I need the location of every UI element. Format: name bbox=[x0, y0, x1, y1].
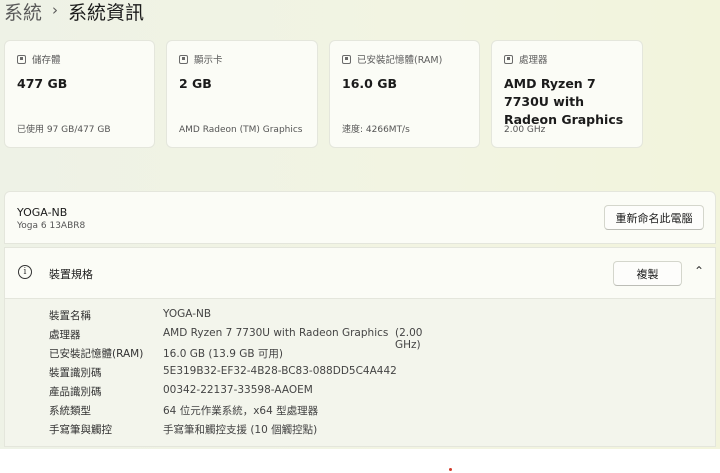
spec-key: 處理器 bbox=[49, 329, 81, 341]
spec-row: 產品識別碼 00342-22137-33598-AAOEM bbox=[49, 384, 313, 399]
copy-button[interactable]: 複製 bbox=[613, 261, 682, 286]
rename-pc-button[interactable]: 重新命名此電腦 bbox=[604, 205, 704, 230]
spec-value: AMD Ryzen 7 7730U with Radeon Graphics bbox=[163, 327, 389, 339]
page-title: 系統資訊 bbox=[68, 1, 145, 24]
device-name: YOGA-NB bbox=[17, 206, 68, 219]
spec-row: 裝置識別碼 5E319B32-EF32-4B28-BC83-088DD5C4A4… bbox=[49, 365, 397, 380]
section-title: 裝置規格 bbox=[49, 268, 93, 281]
spec-row: 手寫筆與觸控 手寫筆和觸控支援 (10 個觸控點) bbox=[49, 422, 317, 437]
chevron-right-icon: › bbox=[52, 1, 59, 19]
spec-row: 處理器 AMD Ryzen 7 7730U with Radeon Graphi… bbox=[49, 327, 422, 351]
card-value: 477 GB bbox=[17, 76, 68, 91]
chevron-up-icon[interactable]: ⌃ bbox=[692, 264, 706, 278]
spec-key: 系統類型 bbox=[49, 405, 91, 417]
breadcrumb: 系統 › 系統資訊 bbox=[4, 0, 144, 28]
card-gpu[interactable]: 顯示卡 2 GB AMD Radeon (TM) Graphics bbox=[166, 40, 318, 148]
card-sub: 速度: 4266MT/s bbox=[342, 125, 410, 135]
ram-icon bbox=[342, 54, 351, 64]
card-label: 儲存體 bbox=[32, 55, 61, 66]
card-value: AMD Ryzen 7 7730U with Radeon Graphics bbox=[504, 76, 624, 127]
device-specs-body: 裝置名稱 YOGA-NB 處理器 AMD Ryzen 7 7730U with … bbox=[4, 299, 716, 447]
device-panel: YOGA-NB Yoga 6 13ABR8 重新命名此電腦 bbox=[4, 191, 716, 244]
storage-icon bbox=[17, 54, 26, 64]
cpu-icon bbox=[504, 54, 513, 64]
spec-key: 裝置名稱 bbox=[49, 310, 91, 322]
spec-row: 系統類型 64 位元作業系統，x64 型處理器 bbox=[49, 403, 318, 418]
spec-value: 64 位元作業系統，x64 型處理器 bbox=[163, 405, 319, 417]
spec-key: 手寫筆與觸控 bbox=[49, 424, 112, 436]
spec-value: 5E319B32-EF32-4B28-BC83-088DD5C4A442 bbox=[163, 365, 397, 377]
card-sub: 已使用 97 GB/477 GB bbox=[17, 125, 111, 135]
spec-value: 手寫筆和觸控支援 (10 個觸控點) bbox=[163, 424, 318, 436]
gpu-icon bbox=[179, 54, 188, 64]
breadcrumb-parent[interactable]: 系統 bbox=[4, 0, 42, 25]
spec-value-frequency: (2.00 GHz) bbox=[395, 327, 423, 351]
spec-key: 產品識別碼 bbox=[49, 386, 102, 398]
card-value: 2 GB bbox=[179, 76, 212, 91]
spec-value: 16.0 GB (13.9 GB 可用) bbox=[163, 348, 283, 360]
spec-key: 裝置識別碼 bbox=[49, 367, 102, 379]
card-cpu[interactable]: 處理器 AMD Ryzen 7 7730U with Radeon Graphi… bbox=[491, 40, 643, 148]
spec-row: 裝置名稱 YOGA-NB bbox=[49, 308, 211, 323]
device-model: Yoga 6 13ABR8 bbox=[17, 221, 86, 231]
card-label: 已安裝記憶體(RAM) bbox=[357, 55, 443, 66]
spec-key: 已安裝記憶體(RAM) bbox=[49, 348, 144, 360]
spec-value: YOGA-NB bbox=[163, 308, 212, 320]
device-specs-header[interactable]: i 裝置規格 複製 ⌃ bbox=[4, 247, 716, 299]
bottom-strip bbox=[0, 449, 720, 473]
card-storage[interactable]: 儲存體 477 GB 已使用 97 GB/477 GB bbox=[4, 40, 155, 148]
spec-value: 00342-22137-33598-AAOEM bbox=[163, 384, 313, 396]
cursor-dot bbox=[449, 468, 452, 471]
card-sub: 2.00 GHz bbox=[504, 125, 546, 135]
card-label: 顯示卡 bbox=[194, 55, 223, 66]
card-sub: AMD Radeon (TM) Graphics bbox=[179, 125, 303, 135]
spec-row: 已安裝記憶體(RAM) 16.0 GB (13.9 GB 可用) bbox=[49, 346, 283, 361]
card-label: 處理器 bbox=[519, 55, 548, 66]
info-icon: i bbox=[18, 265, 32, 279]
card-value: 16.0 GB bbox=[342, 76, 397, 91]
card-ram[interactable]: 已安裝記憶體(RAM) 16.0 GB 速度: 4266MT/s bbox=[329, 40, 480, 148]
